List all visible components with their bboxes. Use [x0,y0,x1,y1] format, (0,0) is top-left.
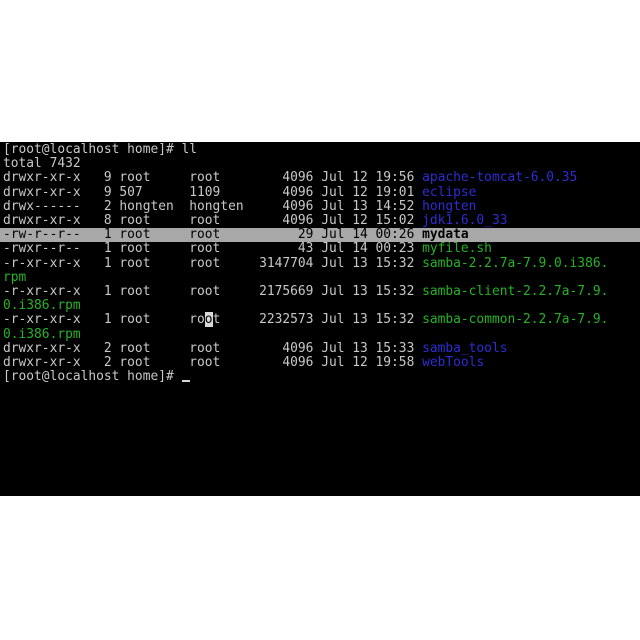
file-metadata: -r-xr-xr-x 1 root root 3147704 Jul 13 15… [3,255,423,271]
file-name: samba-2.2.7a-7.9.0.i386. [422,255,609,271]
text-cursor [181,380,190,383]
listing-row: -rw-r--r-- 1 root root 29 Jul 14 00:26 m… [0,227,640,243]
listing-row: -rwxr--r-- 1 root root 43 Jul 14 00:23 m… [3,242,492,256]
wrapped-filename: 0.i386.rpm [3,326,81,342]
file-metadata: drwxr-xr-x 2 root root 4096 Jul 12 19:58 [3,355,423,370]
file-metadata: drwx------ 2 hongten hongten 4096 Jul 13… [3,198,423,214]
file-name-continuation: rpm [3,269,27,285]
cursor-block: o [204,312,213,328]
watermark-logo: 第七城市 [528,623,577,638]
listing-row: drwx------ 2 hongten hongten 4096 Jul 13… [3,198,477,214]
wrapped-filename: 0.i386.rpm [3,299,81,313]
listing-row: drwxr-xr-x 8 root root 4096 Jul 12 15:02… [3,214,507,228]
terminal-window[interactable]: [root@localhost home]# ll total 7432 drwxr… [0,142,640,496]
output-text: total 7432 [3,156,81,172]
file-metadata: drwxr-xr-x 2 root root 4096 Jul 13 15:33 [3,340,423,356]
file-name: hongten [422,198,477,214]
file-name: samba-client-2.2.7a-7.9. [422,284,609,299]
listing-row: drwxr-xr-x 9 507 1109 4096 Jul 12 19:01 … [3,184,477,200]
file-name-continuation: 0.i386.rpm [3,298,81,314]
listing-row: -r-xr-xr-x 1 root root 2232573 Jul 13 15… [3,312,609,328]
file-metadata: -r-xr-xr-x 1 root root 2232573 Jul 13 15… [3,312,423,328]
wrapped-filename: rpm [3,269,27,285]
file-name: apache-tomcat-6.0.35 [422,170,578,186]
file-metadata: drwxr-xr-x 9 507 1109 4096 Jul 12 19:01 [3,184,423,200]
command-line: [root@localhost home]# ll [3,143,197,157]
file-metadata: -rwxr--r-- 1 root root 43 Jul 14 00:23 [3,241,423,257]
file-name: samba-common-2.2.7a-7.9. [422,312,609,328]
listing-row: drwxr-xr-x 2 root root 4096 Jul 12 19:58… [3,356,484,370]
output-text: [root@localhost home]# ll [3,142,198,157]
file-metadata: drwxr-xr-x 8 root root 4096 Jul 12 15:02 [3,213,423,228]
listing-row: -r-xr-xr-x 1 root root 2175669 Jul 13 15… [3,285,608,299]
listing-row: drwxr-xr-x 9 root root 4096 Jul 12 19:56… [3,171,577,185]
file-name: myfile.sh [422,241,492,257]
file-name: jdk1.6.0_33 [422,213,508,228]
file-name: webTools [422,355,485,370]
prompt-line: [root@localhost home]# [3,370,190,384]
file-metadata: drwxr-xr-x 9 root root 4096 Jul 12 19:56 [3,170,423,186]
file-metadata: -rw-r--r-- 1 root root 29 Jul 14 00:26 [3,227,423,243]
file-metadata: -r-xr-xr-x 1 root root 2175669 Jul 13 15… [3,284,423,299]
watermark: 第七城市 WWW.TH7.CN [528,622,636,638]
prompt-text: [root@localhost home]# [3,369,182,385]
file-name: eclipse [422,184,477,200]
output-line: total 7432 [3,157,81,171]
file-name: mydata [422,227,469,243]
watermark-url: WWW.TH7.CN [582,626,636,634]
listing-row: drwxr-xr-x 2 root root 4096 Jul 13 15:33… [3,340,508,356]
file-name-continuation: 0.i386.rpm [3,326,81,342]
file-name: samba_tools [422,340,508,356]
listing-row: -r-xr-xr-x 1 root root 3147704 Jul 13 15… [3,255,609,271]
